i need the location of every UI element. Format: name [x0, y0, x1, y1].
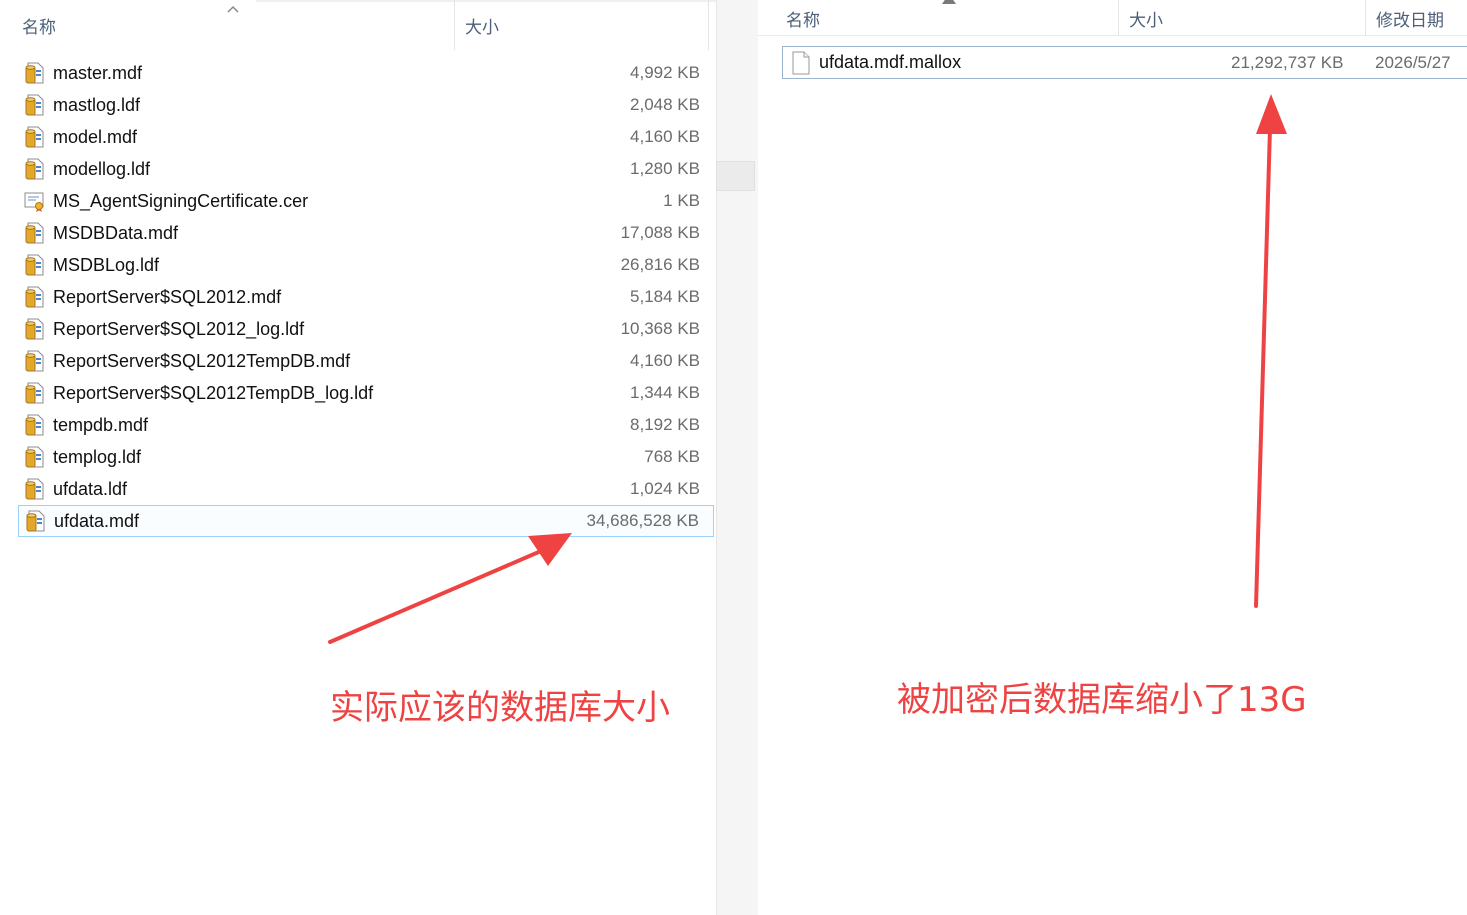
annotation-left-text: 实际应该的数据库大小	[330, 688, 670, 728]
file-name: MSDBData.mdf	[53, 222, 179, 243]
file-size: 26,816 KB	[620, 255, 700, 274]
file-row[interactable]: mastlog.ldf 2,048 KB	[18, 89, 714, 121]
sort-ascending-icon	[227, 5, 239, 13]
scroll-handle[interactable]	[716, 161, 755, 191]
sql-database-file-icon	[25, 382, 44, 404]
file-date: 2026/5/27	[1375, 52, 1451, 72]
column-header-name-label: 名称	[786, 10, 820, 31]
file-name: mastlog.ldf	[53, 94, 141, 115]
file-name: MS_AgentSigningCertificate.cer	[53, 190, 309, 211]
sql-database-file-icon	[25, 414, 44, 436]
sql-database-file-icon	[25, 286, 44, 308]
file-size: 768 KB	[644, 447, 700, 466]
sql-database-file-icon	[25, 158, 44, 180]
column-header-edge	[708, 0, 709, 50]
sql-database-file-icon	[25, 350, 44, 372]
column-header-name[interactable]: 名称	[758, 0, 1118, 36]
file-size: 5,184 KB	[630, 287, 700, 306]
file-size: 1,344 KB	[630, 383, 700, 402]
file-size: 1,024 KB	[630, 479, 700, 498]
sql-database-file-icon	[25, 126, 44, 148]
file-size: 8,192 KB	[630, 415, 700, 434]
file-name: ReportServer$SQL2012TempDB.mdf	[53, 350, 351, 371]
file-name: ReportServer$SQL2012.mdf	[53, 286, 282, 307]
file-row[interactable]: ReportServer$SQL2012.mdf 5,184 KB	[18, 281, 714, 313]
file-name: ufdata.ldf	[53, 478, 128, 499]
file-row[interactable]: MSDBData.mdf 17,088 KB	[18, 217, 714, 249]
file-name: MSDBLog.ldf	[53, 254, 160, 275]
pane-divider	[716, 0, 758, 915]
file-row[interactable]: MSDBLog.ldf 26,816 KB	[18, 249, 714, 281]
file-name: templog.ldf	[53, 446, 142, 467]
column-header-size[interactable]: 大小	[1118, 0, 1365, 36]
sql-database-file-icon	[26, 510, 45, 532]
file-name: master.mdf	[53, 62, 143, 83]
sql-database-file-icon	[25, 478, 44, 500]
column-header-date-label: 修改日期	[1376, 10, 1444, 31]
column-header-row: 名称 大小	[0, 0, 712, 50]
file-size: 4,992 KB	[630, 63, 700, 82]
file-row[interactable]: tempdb.mdf 8,192 KB	[18, 409, 714, 441]
file-size: 21,292,737 KB	[1231, 52, 1344, 72]
file-row[interactable]: ReportServer$SQL2012TempDB.mdf 4,160 KB	[18, 345, 714, 377]
file-row[interactable]: ReportServer$SQL2012TempDB_log.ldf 1,344 …	[18, 377, 714, 409]
column-header-size-label: 大小	[465, 17, 499, 38]
column-header-date[interactable]: 修改日期	[1365, 0, 1467, 36]
column-header-size[interactable]: 大小	[454, 0, 708, 50]
sql-database-file-icon	[25, 254, 44, 276]
file-row[interactable]: ufdata.mdf 34,686,528 KB	[18, 505, 714, 537]
column-header-size-label: 大小	[1129, 10, 1163, 31]
sql-database-file-icon	[25, 446, 44, 468]
sql-database-file-icon	[25, 318, 44, 340]
certificate-file-icon	[24, 192, 44, 212]
column-header-name-label: 名称	[22, 17, 56, 38]
file-size: 4,160 KB	[630, 127, 700, 146]
sql-database-file-icon	[25, 94, 44, 116]
file-name: modellog.ldf	[53, 158, 151, 179]
file-row[interactable]: model.mdf 4,160 KB	[18, 121, 714, 153]
file-size: 34,686,528 KB	[586, 511, 699, 530]
annotation-right-text: 被加密后数据库缩小了13G	[897, 680, 1307, 720]
file-name: ReportServer$SQL2012_log.ldf	[53, 318, 305, 339]
blank-file-icon	[792, 51, 810, 74]
file-name: tempdb.mdf	[53, 414, 149, 435]
file-size: 1,280 KB	[630, 159, 700, 178]
file-size: 17,088 KB	[620, 223, 700, 242]
file-row[interactable]: ufdata.ldf 1,024 KB	[18, 473, 714, 505]
left-explorer-pane: 名称 大小 master.mdf 4,992 KB mastlog.ldf 2,048…	[0, 0, 716, 915]
file-row[interactable]: ufdata.mdf.mallox 21,292,737 KB 2026/5/2…	[782, 46, 1467, 79]
file-row[interactable]: ReportServer$SQL2012_log.ldf 10,368 KB	[18, 313, 714, 345]
file-row[interactable]: templog.ldf 768 KB	[18, 441, 714, 473]
file-row[interactable]: MS_AgentSigningCertificate.cer 1 KB	[18, 185, 714, 217]
sql-database-file-icon	[25, 62, 44, 84]
file-size: 4,160 KB	[630, 351, 700, 370]
column-header-row: 名称 大小 修改日期	[758, 0, 1467, 36]
file-name: ReportServer$SQL2012TempDB_log.ldf	[53, 382, 374, 403]
right-explorer-pane: 名称 大小 修改日期 ufdata.mdf.mallox 21,292,737 …	[758, 0, 1467, 915]
file-name: ufdata.mdf.mallox	[819, 52, 962, 72]
file-name: model.mdf	[53, 126, 138, 147]
file-size: 1 KB	[663, 191, 700, 210]
file-size: 2,048 KB	[630, 95, 700, 114]
file-row[interactable]: master.mdf 4,992 KB	[18, 57, 714, 89]
file-row[interactable]: modellog.ldf 1,280 KB	[18, 153, 714, 185]
sql-database-file-icon	[25, 222, 44, 244]
file-size: 10,368 KB	[620, 319, 700, 338]
